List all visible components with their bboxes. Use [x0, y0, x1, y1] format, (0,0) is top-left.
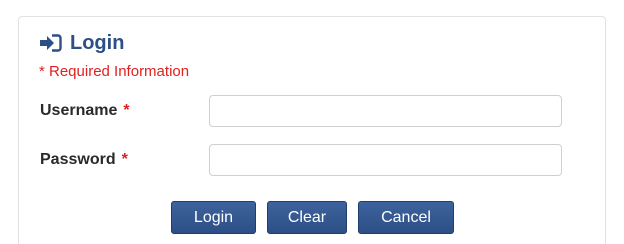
- login-title: Login: [70, 31, 125, 54]
- username-label-text: Username: [40, 102, 118, 119]
- login-panel: Login * Required Information Username * P…: [18, 16, 606, 244]
- password-label: Password *: [40, 151, 128, 169]
- cancel-button[interactable]: Cancel: [358, 201, 454, 234]
- clear-button[interactable]: Clear: [267, 201, 347, 234]
- password-input[interactable]: [209, 144, 562, 176]
- password-required-marker: *: [121, 151, 128, 168]
- login-button[interactable]: Login: [171, 201, 256, 234]
- username-required-marker: *: [123, 102, 130, 119]
- username-label: Username *: [40, 102, 130, 120]
- login-header: Login: [40, 31, 124, 55]
- required-information-note: * Required Information: [39, 63, 190, 80]
- password-label-text: Password: [40, 151, 116, 168]
- username-input[interactable]: [209, 95, 562, 127]
- sign-in-icon: [40, 34, 62, 52]
